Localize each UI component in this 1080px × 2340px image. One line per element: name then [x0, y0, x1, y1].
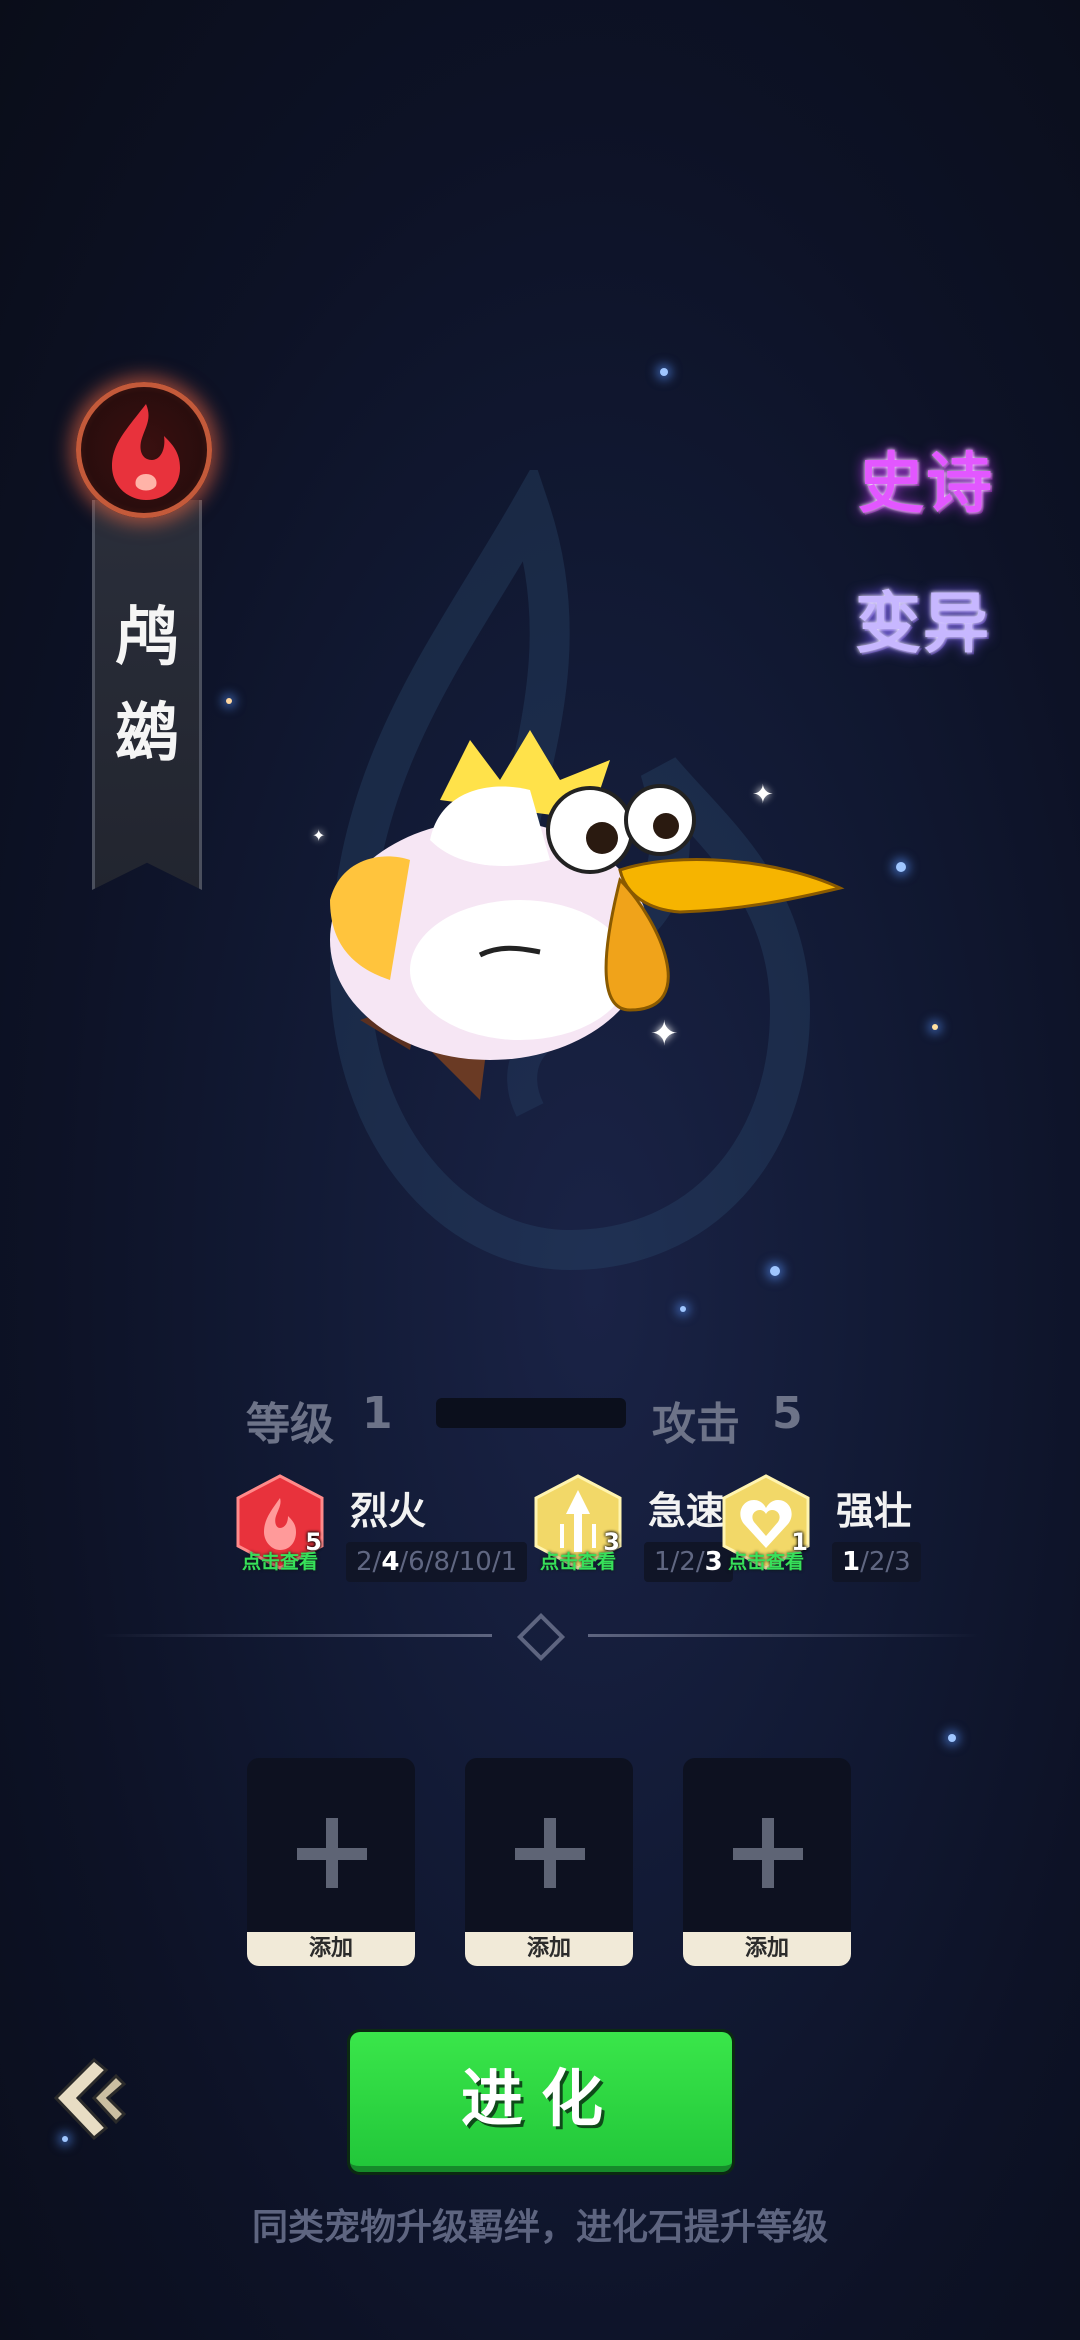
bond-name: 强壮: [836, 1489, 913, 1533]
attack-label: 攻击: [652, 1399, 740, 1450]
bond-tiers: 2/4/6/8/10/1: [346, 1542, 528, 1582]
divider: [588, 1634, 980, 1637]
background-star: [660, 368, 668, 376]
bond-name: 急速: [648, 1489, 725, 1533]
hint-text: 同类宠物升级羁绊，进化石提升等级: [251, 2207, 828, 2248]
pet-name: 鸬鹚: [115, 601, 179, 771]
sparkle: ✦: [752, 780, 774, 810]
bond-speed-button[interactable]: 3 点击查看: [532, 1474, 624, 1573]
level-value: 1: [362, 1388, 393, 1439]
plus-icon: [544, 1818, 556, 1888]
bond-view-link[interactable]: 点击查看: [714, 1547, 818, 1574]
background-star: [932, 1024, 938, 1030]
evolve-button[interactable]: 进化: [350, 2032, 732, 2172]
plus-icon: [762, 1818, 774, 1888]
add-slot[interactable]: 添加: [247, 1758, 415, 1966]
add-slot[interactable]: 添加: [465, 1758, 633, 1966]
sparkle: ✦: [312, 826, 326, 845]
divider: [100, 1634, 492, 1637]
double-chevron-left-icon[interactable]: [50, 2054, 130, 2144]
fire-icon: [112, 404, 180, 500]
pet-artwork: [330, 730, 845, 1100]
rarity-tag-mutant: 变异: [855, 585, 991, 662]
level-progress-bar: [436, 1398, 626, 1428]
background-star: [896, 862, 906, 872]
attack-value: 5: [772, 1388, 803, 1439]
fire-element-badge: [76, 382, 212, 518]
add-label: 添加: [465, 1932, 633, 1966]
bond-fire-button[interactable]: 5 点击查看: [234, 1474, 326, 1573]
divider-diamond-icon: [516, 1612, 566, 1662]
background-star: [680, 1306, 686, 1312]
bond-view-link[interactable]: 点击查看: [526, 1547, 630, 1574]
rarity-tag-epic: 史诗: [858, 445, 994, 522]
plus-icon: [326, 1818, 338, 1888]
sparkle: ✦: [650, 1014, 679, 1054]
background-star: [948, 1734, 956, 1742]
bond-view-link[interactable]: 点击查看: [228, 1547, 332, 1574]
add-label: 添加: [683, 1932, 851, 1966]
add-slot[interactable]: 添加: [683, 1758, 851, 1966]
bond-tiers: 1/2/3: [832, 1542, 921, 1582]
add-label: 添加: [247, 1932, 415, 1966]
level-label: 等级: [246, 1399, 334, 1450]
bond-strong-button[interactable]: 1 点击查看: [720, 1474, 812, 1573]
bond-name: 烈火: [350, 1489, 427, 1533]
